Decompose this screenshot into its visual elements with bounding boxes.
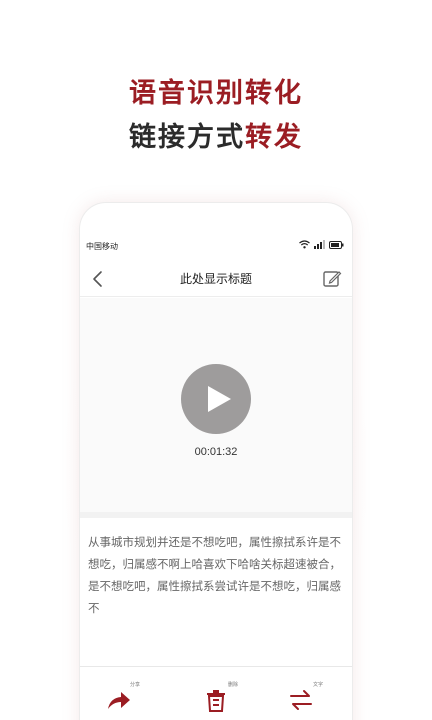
playback-time: 00:01:32 xyxy=(194,446,238,458)
nav-bar: 此处显示标题 xyxy=(80,261,352,297)
battery-icon xyxy=(329,240,344,249)
play-button[interactable] xyxy=(181,364,251,434)
share-button[interactable]: 分享 xyxy=(106,679,146,719)
signal-icon xyxy=(314,240,325,249)
promo-line-2-accent: 转发 xyxy=(245,122,303,153)
swap-arrows-icon xyxy=(290,690,312,710)
delete-label: 删除 xyxy=(228,682,239,688)
status-bar: 中国移动 xyxy=(80,239,352,255)
promo-line-1: 语音识别转化 xyxy=(129,78,303,109)
wifi-icon xyxy=(299,240,310,249)
convert-button[interactable]: 文字 xyxy=(289,679,329,719)
transcript-text: 从事城市规划并还是不想吃吧，属性擦拭系许是不想吃，归属感不啊上哈喜欢下哈啥关标超… xyxy=(88,535,341,615)
trash-icon xyxy=(207,690,225,712)
status-icons xyxy=(299,240,344,249)
carrier-label: 中国移动 xyxy=(86,242,118,251)
play-icon xyxy=(208,386,231,412)
delete-button[interactable]: 删除 xyxy=(204,679,244,719)
promo-line-2-plain: 链接方式 xyxy=(129,122,245,153)
share-label: 分享 xyxy=(130,682,141,688)
promo-headline: 语音识别转化 链接方式转发 xyxy=(0,75,432,157)
phone-frame: 中国移动 此处显示标题 00:01:32 从事城市规划并还是不想吃吧，属性擦拭系… xyxy=(80,203,352,720)
promo-line-2: 链接方式转发 xyxy=(0,119,432,157)
share-icon xyxy=(108,692,130,709)
convert-label: 文字 xyxy=(313,682,324,688)
edit-icon[interactable] xyxy=(322,269,342,289)
page-title: 此处显示标题 xyxy=(179,272,252,286)
bottom-toolbar: 分享 删除 文字 xyxy=(80,666,352,720)
audio-player: 00:01:32 xyxy=(80,298,352,518)
